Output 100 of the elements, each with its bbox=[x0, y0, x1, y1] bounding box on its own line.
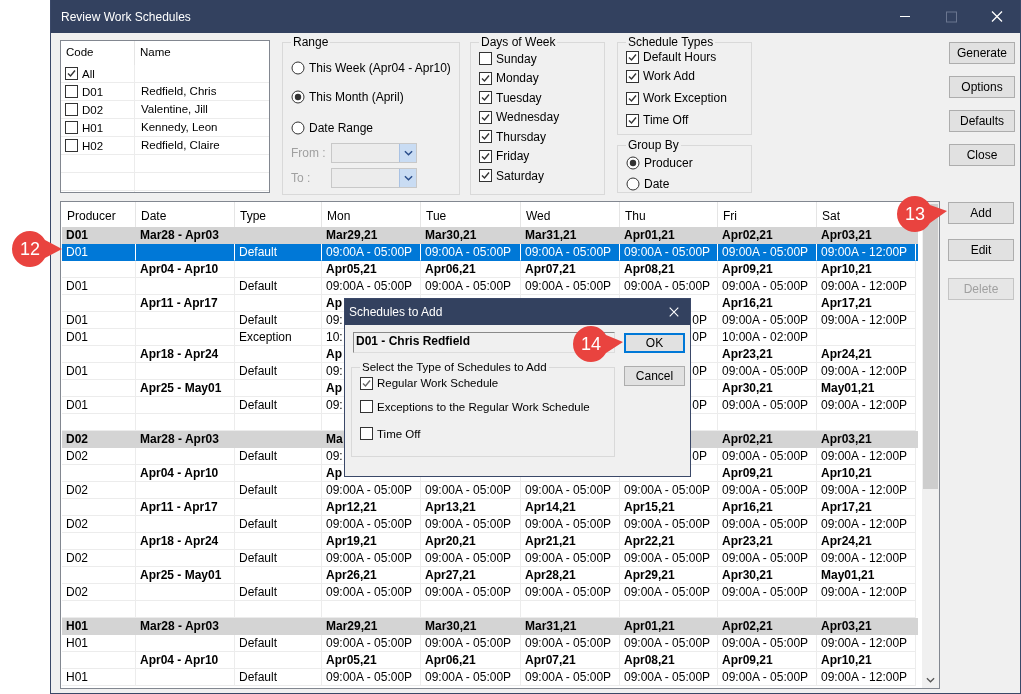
field-label: From : bbox=[291, 146, 327, 160]
table-cell: Apr24,21 bbox=[821, 533, 872, 549]
group-label: Group By bbox=[627, 138, 680, 152]
table-cell: Apr10,21 bbox=[821, 652, 872, 668]
table-cell: 09:00A - 05:00P bbox=[326, 244, 413, 260]
table-cell: Mar29,21 bbox=[326, 618, 378, 634]
table-cell: H01 bbox=[66, 669, 88, 685]
table-cell: 09:00A - 05:00P bbox=[425, 550, 512, 566]
table-cell: 09:00A - 05:00P bbox=[525, 516, 612, 532]
table-cell: 09:00A - 12:00P bbox=[821, 584, 908, 600]
table-cell: 09:00A - 05:00P bbox=[326, 669, 413, 685]
table-cell: Ma bbox=[326, 431, 343, 447]
table-cell: D02 bbox=[66, 448, 88, 464]
table-cell: 10: bbox=[326, 329, 343, 345]
table-cell: 09:00A - 05:00P bbox=[722, 482, 809, 498]
group-label: Range bbox=[292, 35, 330, 49]
table-cell: Apr09,21 bbox=[722, 465, 773, 481]
table-cell: 09:00A - 05:00P bbox=[525, 669, 612, 685]
table-cell: 09:00A - 05:00P bbox=[425, 584, 512, 600]
table-cell: D01 bbox=[66, 363, 88, 379]
table-cell: Apr24,21 bbox=[821, 346, 872, 362]
table-cell: Apr13,21 bbox=[425, 499, 476, 515]
table-cell: 09:00A - 05:00P bbox=[624, 516, 711, 532]
table-cell: 0P bbox=[692, 363, 707, 379]
table-cell: 09:00A - 05:00P bbox=[326, 635, 413, 651]
table-cell: 09:00A - 05:00P bbox=[326, 482, 413, 498]
table-cell: Ap bbox=[326, 295, 342, 311]
table-cell: May01,21 bbox=[821, 567, 875, 583]
group-label: Select the Type of Schedules to Add bbox=[361, 361, 548, 373]
table-cell: 09:00A - 05:00P bbox=[624, 584, 711, 600]
table-cell: 09:00A - 12:00P bbox=[821, 312, 908, 328]
table-cell: 09: bbox=[326, 312, 343, 328]
table-cell: Apr28,21 bbox=[525, 567, 576, 583]
list-cell: Redfield, Chris bbox=[141, 85, 217, 97]
table-cell: 09:00A - 12:00P bbox=[821, 482, 908, 498]
table-cell: 09:00A - 05:00P bbox=[722, 278, 809, 294]
table-cell: Apr29,21 bbox=[624, 567, 675, 583]
table-cell: 09:00A - 05:00P bbox=[624, 482, 711, 498]
table-cell: Mar30,21 bbox=[425, 227, 477, 243]
table-cell: Apr03,21 bbox=[821, 618, 872, 634]
table-cell: Apr17,21 bbox=[821, 499, 872, 515]
step-tooltip: 12 bbox=[11, 230, 63, 268]
table-cell: Apr06,21 bbox=[425, 652, 476, 668]
step-tooltip: 14 bbox=[572, 325, 624, 363]
table-cell: Apr25 - May01 bbox=[140, 567, 222, 583]
table-cell: H01 bbox=[66, 618, 88, 634]
table-cell: Apr07,21 bbox=[525, 652, 576, 668]
table-cell: 09:00A - 12:00P bbox=[821, 363, 908, 379]
table-cell: 09:00A - 05:00P bbox=[425, 516, 512, 532]
table-cell: D01 bbox=[66, 244, 88, 260]
table-cell: Apr30,21 bbox=[722, 380, 773, 396]
table-cell: Apr23,21 bbox=[722, 533, 773, 549]
table-cell: Apr10,21 bbox=[821, 465, 872, 481]
table-cell: 09:00A - 12:00P bbox=[821, 550, 908, 566]
table-cell: D01 bbox=[66, 397, 88, 413]
table-cell: Default bbox=[239, 448, 278, 464]
table-cell: 09:00A - 05:00P bbox=[326, 584, 413, 600]
table-cell: Default bbox=[239, 278, 278, 294]
step-tooltip: 13 bbox=[896, 195, 948, 233]
table-cell: Default bbox=[239, 363, 278, 379]
table-cell: Apr09,21 bbox=[722, 261, 773, 277]
table-cell: Apr23,21 bbox=[722, 346, 773, 362]
table-cell: 09:00A - 12:00P bbox=[821, 516, 908, 532]
table-cell: Apr17,21 bbox=[821, 295, 872, 311]
table-cell: 09:00A - 05:00P bbox=[425, 482, 512, 498]
table-cell: D02 bbox=[66, 584, 88, 600]
table-cell: 0P bbox=[692, 329, 707, 345]
table-cell: 09:00A - 05:00P bbox=[722, 363, 809, 379]
table-cell: Apr22,21 bbox=[624, 533, 675, 549]
table-cell: D01 bbox=[66, 329, 88, 345]
table-cell: 09:00A - 05:00P bbox=[722, 550, 809, 566]
table-cell: 09:00A - 05:00P bbox=[624, 244, 711, 260]
table-cell: Apr16,21 bbox=[722, 295, 773, 311]
table-cell: Apr14,21 bbox=[525, 499, 576, 515]
table-cell: Apr30,21 bbox=[722, 567, 773, 583]
table-cell: 09:00A - 05:00P bbox=[326, 278, 413, 294]
table-cell: 09:00A - 05:00P bbox=[624, 669, 711, 685]
table-cell: Apr01,21 bbox=[624, 227, 675, 243]
list-cell: Valentine, Jill bbox=[141, 103, 208, 115]
table-cell: 09:00A - 05:00P bbox=[525, 550, 612, 566]
table-cell: Default bbox=[239, 635, 278, 651]
table-cell: Apr07,21 bbox=[525, 261, 576, 277]
window-title: Review Work Schedules bbox=[61, 9, 191, 24]
table-cell: Apr02,21 bbox=[722, 618, 773, 634]
table-cell: Default bbox=[239, 397, 278, 413]
table-cell: Apr03,21 bbox=[821, 431, 872, 447]
table-cell: Apr05,21 bbox=[326, 652, 377, 668]
table-cell: Apr11 - Apr17 bbox=[140, 295, 218, 311]
list-cell: Redfield, Claire bbox=[141, 139, 220, 151]
table-cell: D01 bbox=[66, 312, 88, 328]
table-cell: 09:00A - 05:00P bbox=[722, 244, 809, 260]
table-cell: 09:00A - 05:00P bbox=[624, 550, 711, 566]
table-cell: Apr06,21 bbox=[425, 261, 476, 277]
table-cell: Apr05,21 bbox=[326, 261, 377, 277]
table-cell: 09:00A - 05:00P bbox=[326, 550, 413, 566]
table-cell: 09:00A - 12:00P bbox=[821, 669, 908, 685]
group-label: Days of Week bbox=[480, 35, 557, 49]
table-cell: Apr25 - May01 bbox=[140, 380, 222, 396]
table-cell: 09:00A - 12:00P bbox=[821, 397, 908, 413]
table-cell: 09:00A - 05:00P bbox=[722, 669, 809, 685]
